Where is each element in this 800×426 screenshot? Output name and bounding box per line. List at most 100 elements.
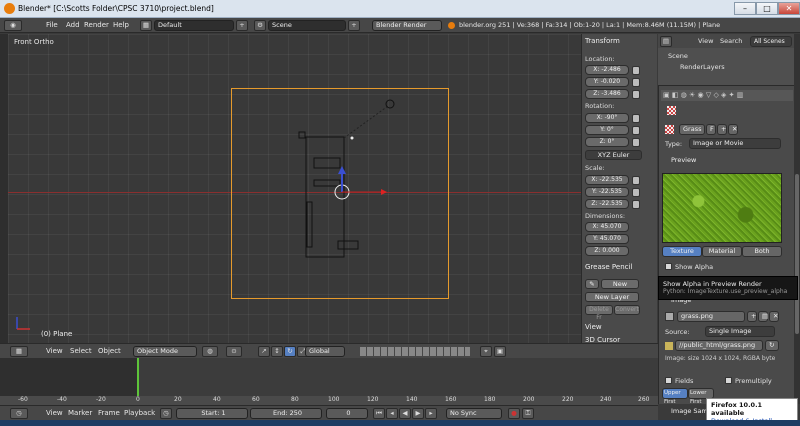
editor-type-icon[interactable]: ▦ (10, 346, 28, 357)
viewport-menu-object[interactable]: Object (98, 347, 121, 355)
sync-select[interactable]: No Sync (446, 408, 502, 419)
scale-x-field[interactable]: X: -22.535 (585, 175, 629, 185)
outliner-renderlayers-item[interactable]: RenderLayers (680, 63, 725, 71)
preview-range-icon[interactable]: ◷ (160, 408, 172, 419)
3d-viewport[interactable]: Front Ortho (0) Plane (8, 34, 581, 343)
editor-type-icon[interactable]: ◉ (4, 20, 22, 31)
outliner-view-menu[interactable]: View (698, 37, 713, 45)
end-frame-field[interactable]: End: 250 (250, 408, 322, 419)
image-add-button[interactable]: + (747, 311, 757, 322)
rotation-z-field[interactable]: Z: 0° (585, 137, 629, 147)
lock-icon[interactable] (632, 114, 640, 123)
dimensions-y-field[interactable]: Y: 45.070 (585, 234, 629, 244)
image-open-button[interactable]: ▤ (758, 311, 768, 322)
dimensions-z-field[interactable]: Z: 0.000 (585, 246, 629, 256)
lock-icon[interactable] (632, 176, 640, 185)
render-icon[interactable]: ▣ ◧ ◍ ☀ ◉ ▽ ◇ ◈ ✦ ▥ (663, 91, 743, 99)
location-y-field[interactable]: Y: -0.020 (585, 77, 629, 87)
rotation-x-field[interactable]: X: -90° (585, 113, 629, 123)
render-engine-select[interactable]: Blender Render (372, 20, 442, 31)
fields-checkbox[interactable] (665, 377, 672, 384)
viewport-menu-select[interactable]: Select (70, 347, 92, 355)
preview-tab-material[interactable]: Material (702, 246, 742, 257)
keying-set-icon[interactable]: ⚿ (522, 408, 534, 419)
menu-file[interactable]: File (46, 21, 58, 29)
delete-frame-button[interactable]: Delete Fr (585, 305, 613, 321)
outliner-scene-item[interactable]: Scene (668, 52, 688, 60)
timeline-menu-marker[interactable]: Marker (68, 409, 92, 417)
lock-icon[interactable] (632, 188, 640, 197)
preview-tab-texture[interactable]: Texture (662, 246, 702, 257)
grease-pencil-title[interactable]: Grease Pencil (585, 263, 632, 271)
outliner-filter-select[interactable]: All Scenes (750, 36, 792, 47)
next-key-icon[interactable]: ▸ (425, 408, 437, 419)
timeline-menu-frame[interactable]: Frame (98, 409, 120, 417)
location-z-field[interactable]: Z: -3.486 (585, 89, 629, 99)
update-notification[interactable]: Firefox 10.0.1 available Download & Inst… (706, 398, 798, 425)
texture-add-button[interactable]: + (717, 124, 727, 135)
minimize-button[interactable]: – (734, 2, 756, 15)
preview-tab-both[interactable]: Both (742, 246, 782, 257)
properties-scrollbar[interactable] (794, 34, 800, 404)
jump-start-icon[interactable]: ⏮ (373, 408, 385, 419)
layer-buttons[interactable] (360, 347, 470, 356)
lock-icon[interactable] (632, 126, 640, 135)
lock-icon[interactable] (632, 200, 640, 209)
pencil-icon[interactable]: ✎ (585, 279, 599, 289)
timeline-menu-playback[interactable]: Playback (124, 409, 155, 417)
close-button[interactable]: ✕ (778, 2, 800, 15)
texture-users-field[interactable]: F (706, 124, 716, 135)
snap-icon[interactable]: ⌖ (480, 346, 492, 357)
current-frame-field[interactable]: 0 (326, 408, 368, 419)
scale-y-field[interactable]: Y: -22.535 (585, 187, 629, 197)
play-icon[interactable]: ▶ (412, 408, 424, 419)
image-name-field[interactable]: grass.png (677, 311, 745, 322)
source-select[interactable]: Single Image (705, 326, 775, 337)
texture-name-field[interactable]: Grass (679, 124, 705, 135)
screen-layout-field[interactable]: Default (154, 20, 234, 31)
translate-icon[interactable]: ↕ (271, 346, 283, 357)
add-screen-button[interactable]: + (236, 20, 248, 31)
prev-key-icon[interactable]: ◂ (386, 408, 398, 419)
preview-section-title[interactable]: Preview (671, 156, 696, 164)
reload-button[interactable]: ↻ (765, 340, 779, 351)
tool-shelf-strip[interactable] (0, 34, 8, 343)
viewport-menu-view[interactable]: View (46, 347, 63, 355)
lock-icon[interactable] (632, 138, 640, 147)
rotation-y-field[interactable]: Y: 0° (585, 125, 629, 135)
render-preview-icon[interactable]: ▣ (494, 346, 506, 357)
upper-first-button[interactable]: Upper First (662, 388, 688, 405)
texture-unlink-button[interactable]: ✕ (728, 124, 738, 135)
texture-type-select[interactable]: Image or Movie (689, 138, 781, 149)
scene-icon[interactable]: ⚙ (254, 20, 266, 31)
menu-add[interactable]: Add (66, 21, 80, 29)
timeline-area[interactable] (0, 358, 658, 396)
rotate-icon[interactable]: ↻ (284, 346, 296, 357)
record-icon[interactable]: ● (508, 408, 520, 419)
mode-select[interactable]: Object Mode (133, 346, 197, 357)
view-section-title[interactable]: View (585, 323, 602, 331)
scene-field[interactable]: Scene (268, 20, 346, 31)
lock-icon[interactable] (632, 66, 640, 75)
orientation-select[interactable]: Global (305, 346, 345, 357)
pivot-icon[interactable]: ⊙ (226, 346, 242, 357)
dimensions-x-field[interactable]: X: 45.070 (585, 222, 629, 232)
transform-title[interactable]: Transform (585, 37, 620, 45)
premultiply-checkbox[interactable] (725, 377, 732, 384)
add-scene-button[interactable]: + (348, 20, 360, 31)
show-alpha-checkbox[interactable] (665, 263, 672, 270)
new-layer-button[interactable]: New Layer (585, 292, 639, 302)
start-frame-field[interactable]: Start: 1 (176, 408, 248, 419)
maximize-button[interactable]: □ (756, 2, 778, 15)
image-unlink-button[interactable]: ✕ (769, 311, 779, 322)
menu-help[interactable]: Help (113, 21, 129, 29)
menu-render[interactable]: Render (84, 21, 109, 29)
shading-icon[interactable]: ◍ (202, 346, 218, 357)
timeline-menu-view[interactable]: View (46, 409, 63, 417)
lock-icon[interactable] (632, 78, 640, 87)
outliner-search-menu[interactable]: Search (720, 37, 742, 45)
lock-icon[interactable] (632, 90, 640, 99)
play-reverse-icon[interactable]: ◀ (399, 408, 411, 419)
manipulator-icon[interactable]: ↗ (258, 346, 270, 357)
rotation-mode-select[interactable]: XYZ Euler (585, 150, 642, 160)
